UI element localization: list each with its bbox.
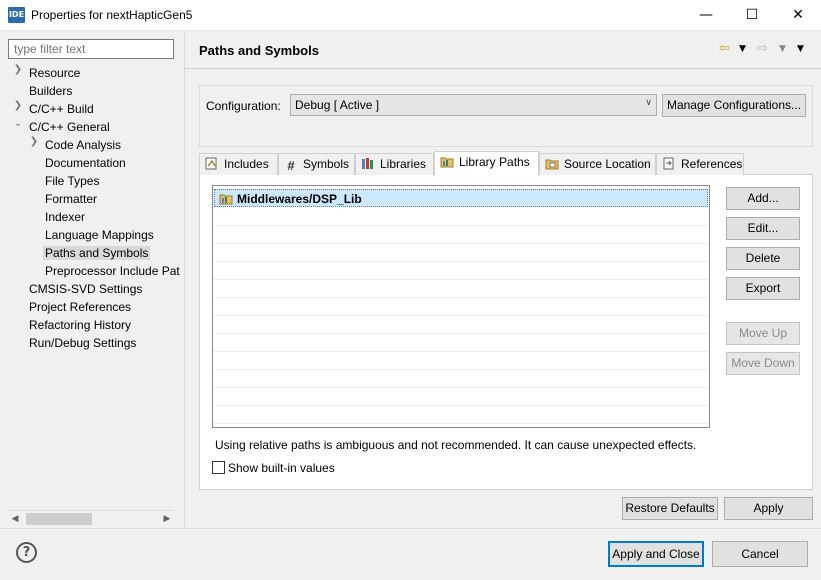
- library-folder-icon: [440, 157, 454, 168]
- library-paths-list[interactable]: Middlewares/DSP_Lib: [212, 185, 710, 428]
- delete-button[interactable]: Delete: [726, 247, 800, 270]
- source-folder-icon: [545, 159, 559, 170]
- empty-row: [214, 208, 708, 226]
- library-folder-icon: [219, 194, 233, 205]
- tree-item-project-references[interactable]: Project References: [29, 298, 131, 316]
- tree-item-cc-general[interactable]: C/C++ General: [29, 118, 110, 136]
- library-path-text: Middlewares/DSP_Lib: [237, 192, 362, 206]
- forward-arrow-icon[interactable]: ⇨: [757, 41, 768, 56]
- tab-symbols[interactable]: # Symbols: [278, 153, 355, 175]
- empty-row: [214, 334, 708, 352]
- tree-item-formatter[interactable]: Formatter: [45, 190, 97, 208]
- tab-includes[interactable]: Includes: [199, 153, 278, 175]
- back-arrow-icon[interactable]: ⇦: [719, 41, 730, 56]
- tree-item-cmsis-svd[interactable]: CMSIS-SVD Settings: [29, 280, 142, 298]
- configuration-label: Configuration:: [206, 99, 281, 113]
- move-up-button[interactable]: Move Up: [726, 322, 800, 345]
- chevron-down-icon[interactable]: ⌄: [12, 118, 24, 136]
- back-menu-chevron-icon[interactable]: ▼: [739, 44, 746, 54]
- page-title: Paths and Symbols: [199, 43, 319, 58]
- empty-row: [214, 244, 708, 262]
- empty-row: [214, 352, 708, 370]
- tree-item-resource[interactable]: Resource: [29, 64, 80, 82]
- empty-row: [214, 226, 708, 244]
- footer-divider: [0, 528, 821, 529]
- tab-libraries[interactable]: Libraries: [355, 153, 434, 175]
- view-menu-icon[interactable]: ▼: [797, 44, 804, 54]
- maximize-button[interactable]: ☐: [729, 0, 775, 31]
- empty-row: [214, 298, 708, 316]
- apply-and-close-button[interactable]: Apply and Close: [608, 541, 704, 567]
- title-bar: IDE Properties for nextHapticGen5 — ☐ ✕: [0, 0, 821, 31]
- empty-row: [214, 316, 708, 334]
- empty-row: [214, 262, 708, 280]
- scroll-left-icon[interactable]: ◀: [8, 511, 22, 527]
- chevron-down-icon: ∨: [645, 98, 652, 108]
- empty-row: [214, 406, 708, 424]
- ide-app-icon: IDE: [8, 7, 25, 23]
- tree-item-language-mappings[interactable]: Language Mappings: [45, 226, 154, 244]
- relative-path-warning: Using relative paths is ambiguous and no…: [215, 438, 697, 452]
- move-down-button[interactable]: Move Down: [726, 352, 800, 375]
- hash-icon: #: [287, 158, 295, 173]
- tree-item-indexer[interactable]: Indexer: [45, 208, 85, 226]
- scrollbar-thumb[interactable]: [26, 513, 92, 525]
- chevron-right-icon[interactable]: ❯: [12, 100, 24, 118]
- chevron-right-icon[interactable]: ❯: [12, 64, 24, 82]
- apply-button[interactable]: Apply: [724, 497, 813, 520]
- empty-row: [214, 280, 708, 298]
- tab-source-location[interactable]: Source Location: [539, 153, 656, 175]
- show-builtin-label[interactable]: Show built-in values: [228, 461, 335, 475]
- chevron-right-icon[interactable]: ❯: [28, 136, 40, 154]
- add-button[interactable]: Add...: [726, 187, 800, 210]
- scroll-right-icon[interactable]: ▶: [160, 511, 174, 527]
- tab-library-paths[interactable]: Library Paths: [434, 151, 539, 176]
- minimize-button[interactable]: —: [683, 0, 729, 31]
- edit-button[interactable]: Edit...: [726, 217, 800, 240]
- tab-strip: Includes # Symbols Libraries Library Path…: [199, 151, 813, 176]
- close-button[interactable]: ✕: [775, 0, 821, 31]
- tree-item-cc-build[interactable]: C/C++ Build: [29, 100, 94, 118]
- page-header: Paths and Symbols ⇦ ▼ ⇨ ▼ ▼: [185, 31, 821, 69]
- manage-configurations-button[interactable]: Manage Configurations...: [662, 94, 806, 117]
- references-icon: [663, 157, 674, 170]
- show-builtin-checkbox[interactable]: [212, 461, 225, 474]
- configuration-select[interactable]: Debug [ Active ] ∨: [290, 94, 657, 116]
- tree-item-file-types[interactable]: File Types: [45, 172, 99, 190]
- property-tree: ❯ Resource Builders ❯ C/C++ Build ⌄ C/C+…: [8, 63, 180, 509]
- help-icon[interactable]: ?: [16, 542, 37, 563]
- empty-row: [214, 388, 708, 406]
- tab-references[interactable]: References: [656, 153, 744, 175]
- window-title: Properties for nextHapticGen5: [31, 8, 193, 22]
- forward-menu-chevron-icon[interactable]: ▼: [779, 44, 786, 54]
- tree-item-refactoring-history[interactable]: Refactoring History: [29, 316, 131, 334]
- libraries-icon: [362, 158, 373, 169]
- tree-item-code-analysis[interactable]: Code Analysis: [45, 136, 121, 154]
- filter-input[interactable]: [8, 39, 174, 59]
- pane-divider[interactable]: [184, 31, 185, 528]
- tree-item-builders[interactable]: Builders: [29, 82, 72, 100]
- tree-item-paths-and-symbols[interactable]: Paths and Symbols: [43, 244, 151, 262]
- list-item[interactable]: Middlewares/DSP_Lib: [214, 189, 708, 207]
- export-button[interactable]: Export: [726, 277, 800, 300]
- tree-item-documentation[interactable]: Documentation: [45, 154, 126, 172]
- tree-horizontal-scrollbar[interactable]: ◀ ▶: [8, 510, 174, 526]
- tree-item-preprocessor-include-paths[interactable]: Preprocessor Include Pat: [45, 262, 180, 280]
- includes-icon: [205, 157, 217, 170]
- cancel-button[interactable]: Cancel: [712, 541, 808, 567]
- empty-row: [214, 370, 708, 388]
- restore-defaults-button[interactable]: Restore Defaults: [622, 497, 718, 520]
- tree-item-run-debug-settings[interactable]: Run/Debug Settings: [29, 334, 136, 352]
- configuration-value: Debug [ Active ]: [295, 98, 380, 112]
